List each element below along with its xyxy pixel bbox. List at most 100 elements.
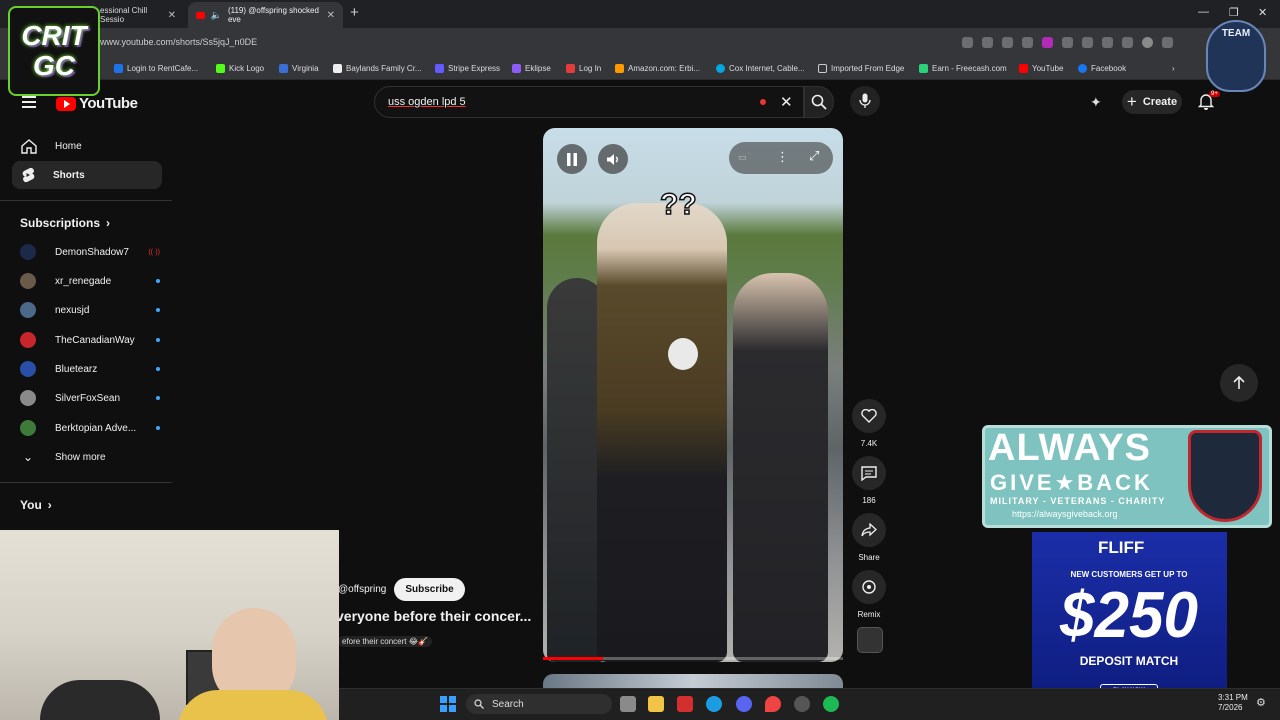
webcam-feed <box>0 530 339 720</box>
new-tab-button[interactable]: + <box>350 4 359 21</box>
show-more-button[interactable]: ⌄ Show more <box>20 450 160 464</box>
extension-icon[interactable] <box>1022 37 1033 48</box>
zoom-icon[interactable] <box>982 37 993 48</box>
search-button[interactable] <box>804 86 834 118</box>
settings-icon[interactable] <box>794 696 810 712</box>
speaker-icon[interactable]: 🔈 <box>211 10 222 21</box>
bookmarks-overflow-icon[interactable]: › <box>1172 64 1175 73</box>
live-icon: ((·)) <box>148 248 160 256</box>
profile-avatar[interactable] <box>1142 37 1153 48</box>
sidebar-subscription-demonshadow7[interactable]: DemonShadow7 ((·)) <box>20 244 160 260</box>
edge-icon[interactable] <box>706 696 722 712</box>
spotify-icon[interactable] <box>823 696 839 712</box>
ad-url[interactable]: https://alwaysgiveback.org <box>1012 509 1118 519</box>
subscribe-button[interactable]: Subscribe <box>394 578 465 601</box>
sidebar-item-home[interactable]: Home <box>12 132 162 160</box>
sound-thumbnail[interactable] <box>857 627 883 653</box>
bookmark-item[interactable]: Baylands Family Cr... <box>333 64 422 73</box>
favorites-icon[interactable] <box>1102 37 1113 48</box>
comments-button[interactable]: 186 <box>852 456 886 505</box>
remix-button[interactable]: Remix <box>852 570 886 619</box>
bookmark-item[interactable]: Login to RentCafe... <box>114 64 198 73</box>
sidebar-subscription-bluetearz[interactable]: Bluetearz <box>20 361 160 377</box>
sidebar-subscription-thecanadianway[interactable]: TheCanadianWay <box>20 332 160 348</box>
windows-start-icon[interactable] <box>440 696 456 712</box>
bookmark-item[interactable]: YouTube <box>1019 64 1063 73</box>
youtube-logo[interactable]: YouTube <box>56 95 138 112</box>
fliff-logo: FLIFF <box>1098 538 1145 557</box>
menu-icon[interactable] <box>22 96 36 111</box>
new-content-dot <box>156 338 160 342</box>
clear-search-icon[interactable]: ✕ <box>780 93 793 111</box>
close-tab-icon[interactable]: ✕ <box>327 10 335 21</box>
channel-avatar <box>20 332 36 348</box>
video-progress-bar[interactable] <box>543 657 843 660</box>
plus-icon: + <box>1126 92 1137 111</box>
notification-center-icon[interactable]: ⚙ <box>1256 696 1266 709</box>
url-field[interactable]: www.youtube.com/shorts/Ss5jqJ_n0DE <box>100 37 257 47</box>
toolbar-icons <box>962 37 1173 48</box>
maps-icon[interactable] <box>765 696 781 712</box>
minimize-icon[interactable]: — <box>1198 6 1209 18</box>
browser-tab-1[interactable]: essional Chill Sessio ✕ <box>92 2 184 28</box>
short-title[interactable]: veryone before their concer... <box>336 608 531 624</box>
new-content-dot <box>156 367 160 371</box>
close-tab-icon[interactable]: ✕ <box>168 10 176 21</box>
sidebar-subscription-nexusjd[interactable]: nexusjd <box>20 302 160 318</box>
video-frame <box>597 203 727 662</box>
sidebar-subscription-silverfoxsean[interactable]: SilverFoxSean <box>20 390 160 406</box>
tab-title: (119) @offspring shocked eve <box>227 6 319 24</box>
bookmark-item[interactable]: Stripe Express <box>435 64 500 73</box>
you-header[interactable]: You › <box>20 498 52 512</box>
bookmark-folder[interactable]: Imported From Edge <box>818 64 904 73</box>
extension-icon[interactable] <box>1062 37 1073 48</box>
bookmark-item[interactable]: Facebook <box>1078 64 1126 73</box>
sidebar-item-shorts[interactable]: Shorts <box>12 161 162 189</box>
bookmark-item[interactable]: Eklipse <box>512 64 551 73</box>
captions-icon[interactable]: ▭ <box>738 152 747 163</box>
bookmark-item[interactable]: Cox Internet, Cable... <box>716 64 805 73</box>
create-button[interactable]: + Create <box>1122 90 1182 114</box>
app-icon[interactable] <box>677 696 693 712</box>
extension-icon[interactable] <box>1042 37 1053 48</box>
browser-tab-active[interactable]: 🔈 (119) @offspring shocked eve ✕ <box>188 2 343 28</box>
app-icon[interactable] <box>962 37 973 48</box>
short-description[interactable]: efore their concert 😂🎸 <box>338 636 433 647</box>
menu-icon[interactable] <box>1162 37 1173 48</box>
taskbar-search[interactable]: Search <box>466 694 612 714</box>
bookmark-item[interactable]: Earn - Freecash.com <box>919 64 1007 73</box>
extension-icon[interactable] <box>1082 37 1093 48</box>
task-view-icon[interactable] <box>620 696 636 712</box>
system-clock[interactable]: 3:31 PM 7/2026 <box>1218 693 1248 713</box>
folder-icon <box>818 64 827 73</box>
voice-search-button[interactable] <box>850 86 880 116</box>
youtube-favicon-icon <box>196 11 205 19</box>
sidebar-subscription-berktopian[interactable]: Berktopian Adve... <box>20 420 160 436</box>
close-window-icon[interactable]: ✕ <box>1258 6 1267 19</box>
pause-button[interactable] <box>557 144 587 174</box>
sidebar-subscription-xr-renegade[interactable]: xr_renegade <box>20 273 160 289</box>
fullscreen-icon[interactable]: ⤢ <box>809 148 819 164</box>
bookmark-item[interactable]: Log In <box>566 64 601 73</box>
like-button[interactable]: 7.4K <box>852 399 886 448</box>
video-frame <box>40 680 160 720</box>
new-content-dot <box>156 396 160 400</box>
star-icon[interactable] <box>1002 37 1013 48</box>
share-button[interactable]: Share <box>852 513 886 562</box>
history-icon[interactable] <box>1122 37 1133 48</box>
next-short-preview[interactable] <box>543 674 843 688</box>
file-explorer-icon[interactable] <box>648 696 664 712</box>
volume-button[interactable] <box>598 144 628 174</box>
cast-icon[interactable]: ✦ <box>1090 94 1102 111</box>
bookmark-item[interactable]: Kick Logo <box>216 64 264 73</box>
discord-icon[interactable] <box>736 696 752 712</box>
more-options-icon[interactable]: ⋮ <box>776 149 789 165</box>
previous-short-button[interactable] <box>1220 364 1258 402</box>
subscriptions-header[interactable]: Subscriptions › <box>20 216 110 230</box>
bookmark-item[interactable]: Virginia <box>279 64 319 73</box>
channel-handle[interactable]: @offspring <box>338 584 386 595</box>
chevron-down-icon: ⌄ <box>22 450 34 464</box>
maximize-icon[interactable]: ❐ <box>1229 6 1239 19</box>
bookmark-item[interactable]: Amazon.com: Erbi... <box>615 64 700 73</box>
search-input[interactable]: uss ogden lpd 5 <box>388 96 466 108</box>
